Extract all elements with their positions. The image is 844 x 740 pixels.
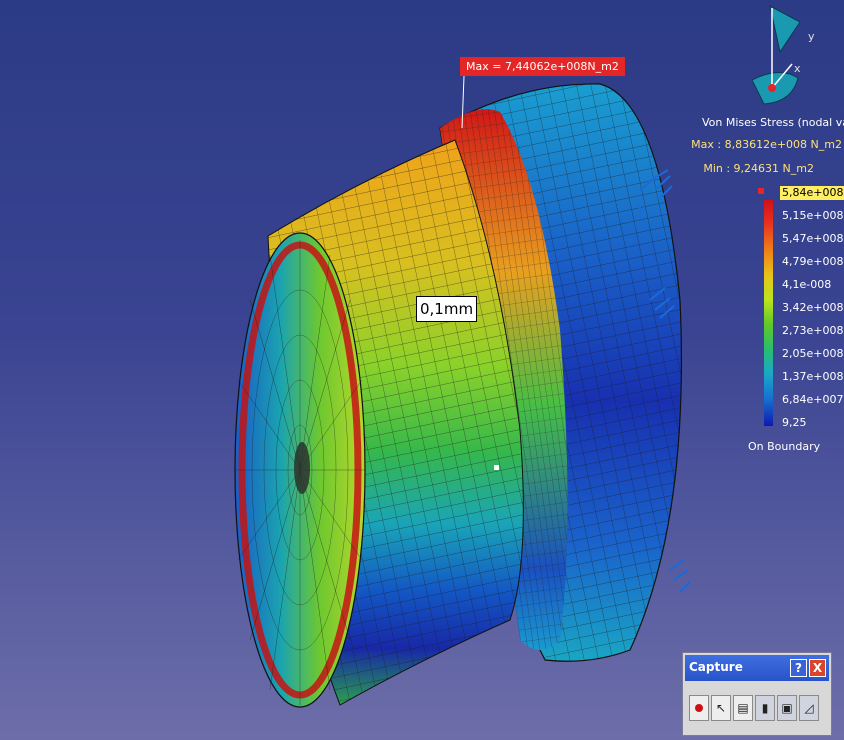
- image-icon[interactable]: ▣: [777, 695, 797, 721]
- legend-tick: 6,84e+007: [782, 393, 844, 406]
- legend-tick: 5,47e+008: [782, 232, 844, 245]
- legend-pointer-icon: [758, 188, 764, 194]
- legend-tick: 1,37e+008: [782, 370, 844, 383]
- legend-footer: On Boundary: [748, 440, 821, 453]
- legend-tick: 3,42e+008: [782, 301, 844, 314]
- legend-tick: 5,84e+008: [780, 186, 844, 200]
- legend-min-value: Min : 9,24631 N_m2: [703, 162, 814, 175]
- legend-tick: 9,25: [782, 416, 807, 429]
- album-icon[interactable]: ▮: [755, 695, 775, 721]
- center-hub: [294, 442, 310, 494]
- capture-panel[interactable]: Capture ? X ↖ ▤ ▮ ▣ ◿: [682, 652, 832, 736]
- axis-y-label: y: [808, 30, 815, 43]
- orientation-compass[interactable]: y x: [751, 5, 815, 105]
- legend-tick: 4,79e+008: [782, 255, 844, 268]
- max-stress-tag[interactable]: Max = 7,44062e+008N_m2: [460, 57, 625, 76]
- legend-color-bar: [764, 200, 773, 426]
- axis-x-label: x: [794, 62, 801, 75]
- settings-icon[interactable]: ◿: [799, 695, 819, 721]
- stress-legend[interactable]: Von Mises Stress (nodal values Max : 8,8…: [690, 114, 844, 464]
- capture-title: Capture: [689, 660, 743, 674]
- help-button[interactable]: ?: [790, 659, 807, 677]
- legend-title: Von Mises Stress (nodal values: [702, 116, 844, 129]
- legend-tick: 5,15e+008: [782, 209, 844, 222]
- capture-toolbar: ↖ ▤ ▮ ▣ ◿: [689, 695, 819, 725]
- close-button[interactable]: X: [809, 659, 826, 677]
- dimension-tag[interactable]: 0,1mm: [416, 296, 478, 322]
- front-face: [234, 232, 366, 708]
- record-icon[interactable]: [689, 695, 709, 721]
- probe-marker: [494, 465, 499, 470]
- options-icon[interactable]: ▤: [733, 695, 753, 721]
- legend-tick: 2,05e+008: [782, 347, 844, 360]
- legend-tick: 2,73e+008: [782, 324, 844, 337]
- select-icon[interactable]: ↖: [711, 695, 731, 721]
- capture-titlebar[interactable]: Capture ? X: [685, 655, 829, 681]
- legend-tick: 4,1e-008: [782, 278, 832, 291]
- legend-max-value: Max : 8,83612e+008 N_m2: [691, 138, 842, 151]
